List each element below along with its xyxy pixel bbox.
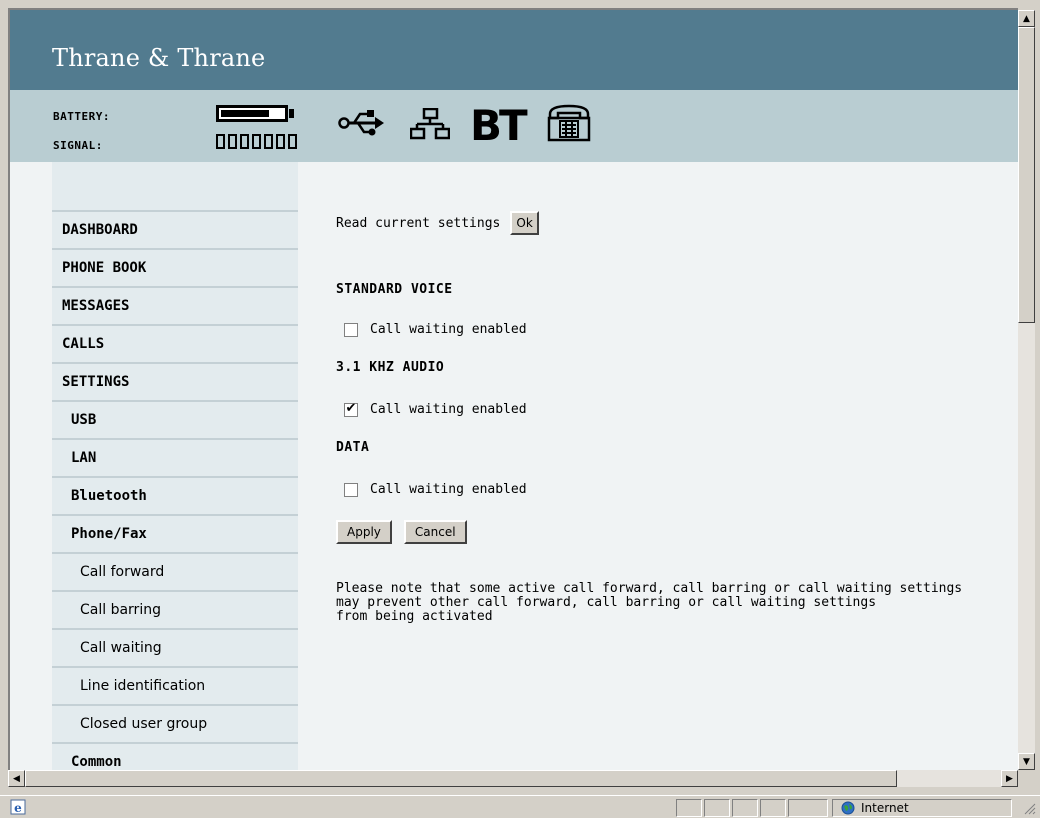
browser-status-bar: e Internet: [0, 795, 1040, 818]
status-pane: [788, 799, 828, 817]
vertical-scrollbar[interactable]: ▲ ▼: [1018, 10, 1035, 770]
phone-icon: [547, 104, 591, 142]
sidebar-item-calls[interactable]: CALLS: [52, 324, 298, 362]
security-zone: Internet: [832, 799, 1012, 817]
signal-bar: [228, 134, 237, 149]
sidebar-nav: DASHBOARD PHONE BOOK MESSAGES CALLS SETT…: [52, 162, 298, 770]
sidebar-item-call-forward[interactable]: Call forward: [52, 552, 298, 590]
signal-bar: [240, 134, 249, 149]
checkbox-mark: ✔: [345, 400, 357, 416]
standard-voice-call-waiting-checkbox[interactable]: [344, 322, 358, 337]
zone-label: Internet: [861, 801, 909, 815]
main-content: Read current settings Ok STANDARD VOICE …: [336, 162, 1016, 770]
battery-tip: [289, 109, 294, 118]
signal-bar: [264, 134, 273, 149]
ok-button[interactable]: Ok: [510, 211, 539, 235]
device-status-bar: BATTERY: SIGNAL: BT: [10, 90, 1018, 162]
sidebar-item-dashboard[interactable]: DASHBOARD: [52, 210, 298, 248]
battery-label: BATTERY:: [53, 110, 110, 123]
scroll-down-arrow-icon[interactable]: ▼: [1018, 753, 1035, 770]
sidebar-item-call-waiting[interactable]: Call waiting: [52, 628, 298, 666]
sidebar-item-phone-fax[interactable]: Phone/Fax: [52, 514, 298, 552]
audio-call-waiting-checkbox[interactable]: ✔: [344, 400, 358, 417]
browser-viewport: Thrane & Thrane BATTERY: SIGNAL: BT DASH…: [8, 8, 1018, 770]
resize-grip-icon[interactable]: [1022, 801, 1036, 815]
usb-icon: [338, 110, 384, 136]
sidebar-item-usb[interactable]: USB: [52, 400, 298, 438]
checkbox-label: Call waiting enabled: [370, 322, 527, 337]
read-settings-label: Read current settings: [336, 215, 501, 231]
cancel-button[interactable]: Cancel: [403, 520, 467, 544]
sidebar-item-common[interactable]: Common: [52, 742, 298, 770]
standard-voice-option: Call waiting enabled: [344, 322, 527, 337]
lan-icon: [410, 108, 450, 140]
checkbox-label: Call waiting enabled: [370, 482, 527, 497]
apply-button[interactable]: Apply: [336, 520, 392, 544]
battery-level-fill: [221, 110, 269, 117]
sidebar-item-lan[interactable]: LAN: [52, 438, 298, 476]
signal-bar: [216, 134, 225, 149]
brand-logo-text: Thrane & Thrane: [52, 44, 266, 72]
settings-note: Please note that some active call forwar…: [336, 581, 963, 624]
signal-label: SIGNAL:: [53, 139, 103, 152]
bluetooth-icon: BT: [470, 101, 528, 150]
ie-page-icon: e: [10, 799, 26, 815]
section-heading-data: DATA: [336, 440, 370, 455]
audio-option: ✔ Call waiting enabled: [344, 400, 527, 417]
vertical-scroll-thumb[interactable]: [1018, 27, 1035, 323]
sidebar-item-phone-book[interactable]: PHONE BOOK: [52, 248, 298, 286]
brand-header: Thrane & Thrane: [10, 10, 1018, 90]
signal-bar: [288, 134, 297, 149]
sidebar-item-settings[interactable]: SETTINGS: [52, 362, 298, 400]
read-settings-row: Read current settings Ok: [336, 211, 539, 235]
status-pane: [704, 799, 730, 817]
signal-strength-indicator: [216, 134, 297, 149]
sidebar-item-line-identification[interactable]: Line identification: [52, 666, 298, 704]
status-pane: [676, 799, 702, 817]
data-call-waiting-checkbox[interactable]: [344, 482, 358, 497]
sidebar-item-bluetooth[interactable]: Bluetooth: [52, 476, 298, 514]
section-heading-audio: 3.1 KHZ AUDIO: [336, 360, 445, 375]
form-actions: Apply Cancel: [336, 520, 467, 544]
scroll-up-arrow-icon[interactable]: ▲: [1018, 10, 1035, 27]
status-pane: [760, 799, 786, 817]
horizontal-scroll-thumb[interactable]: [25, 770, 897, 787]
checkbox-label: Call waiting enabled: [370, 402, 527, 417]
sidebar-item-closed-user-group[interactable]: Closed user group: [52, 704, 298, 742]
scrollbar-corner: [1018, 770, 1035, 787]
horizontal-scrollbar[interactable]: ◀ ▶: [8, 770, 1018, 787]
scroll-right-arrow-icon[interactable]: ▶: [1001, 770, 1018, 787]
globe-icon: [841, 801, 855, 815]
section-heading-standard-voice: STANDARD VOICE: [336, 282, 453, 297]
scroll-left-arrow-icon[interactable]: ◀: [8, 770, 25, 787]
sidebar-item-messages[interactable]: MESSAGES: [52, 286, 298, 324]
data-option: Call waiting enabled: [344, 482, 527, 497]
signal-bar: [252, 134, 261, 149]
status-pane: [732, 799, 758, 817]
sidebar-item-call-barring[interactable]: Call barring: [52, 590, 298, 628]
signal-bar: [276, 134, 285, 149]
svg-text:e: e: [14, 801, 22, 815]
battery-icon: [216, 105, 288, 122]
